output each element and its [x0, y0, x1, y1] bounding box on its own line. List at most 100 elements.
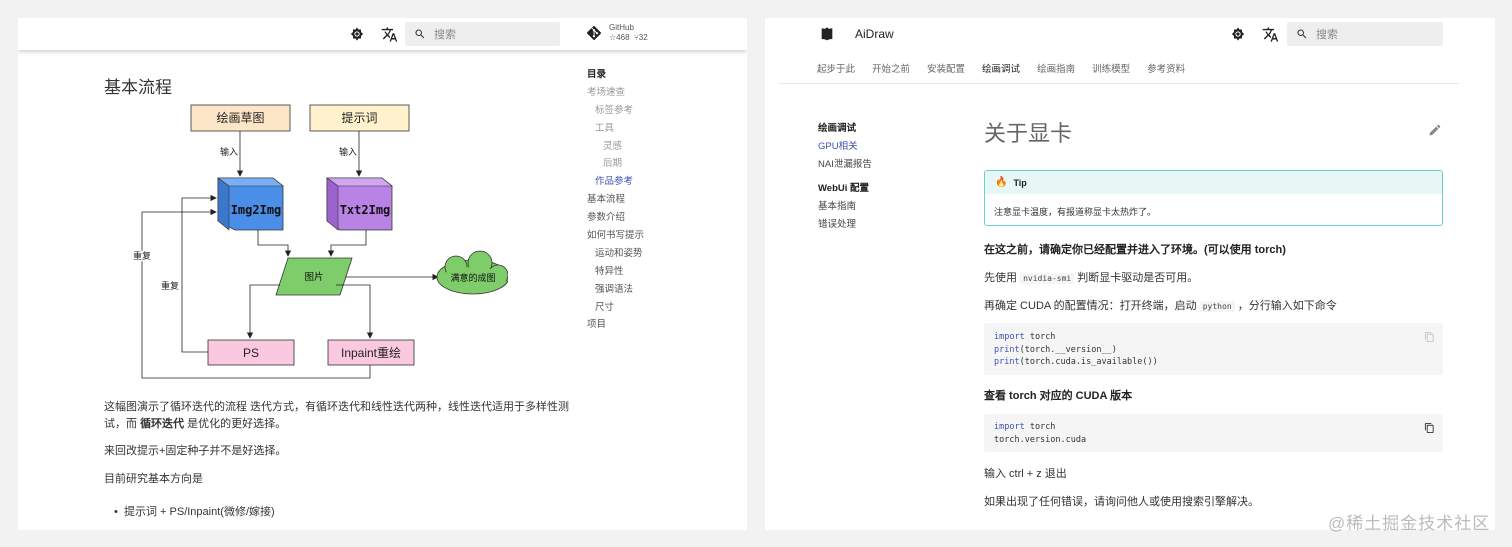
ps-label: PS: [243, 346, 259, 360]
sidebar-item-nai[interactable]: NAI泄漏报告: [818, 156, 872, 174]
toc-item[interactable]: 工具: [587, 120, 644, 138]
search-placeholder: 搜索: [434, 29, 456, 41]
prompt-label: 提示词: [341, 110, 377, 125]
watermark: @稀土掘金技术社区: [1328, 514, 1491, 533]
flow-diagram: 绘画草图 提示词 输入 输入 Img2Img Txt2Img 图片 满意的成图 …: [131, 104, 508, 379]
para-text: 试，而: [104, 418, 141, 430]
code-text: torch.version.cuda: [994, 434, 1087, 445]
toc-item[interactable]: 标签参考: [587, 102, 644, 120]
toc-item[interactable]: 参数介绍: [587, 209, 644, 227]
book-logo-icon[interactable]: [818, 26, 836, 44]
toc-item[interactable]: 项目: [587, 316, 644, 334]
para-text: ，分行输入如下命令: [1234, 300, 1337, 312]
table-of-contents: 目录 考场速查 标签参考 工具 灵感 后期 作品参考 基本流程 参数介绍 如何书…: [587, 66, 644, 334]
code-block-2: import torch torch.version.cuda: [984, 414, 1443, 452]
github-link[interactable]: GitHub ☆468 ⑂32: [587, 23, 648, 43]
inline-code: python: [1199, 301, 1235, 312]
toc-item-active[interactable]: 作品参考: [587, 173, 644, 191]
para-text: 是优化的更好选择。: [184, 418, 287, 430]
paragraph-nvidia: 先使用 nvidia-smi 判断显卡驱动是否可用。: [984, 269, 1198, 285]
toc-item[interactable]: 基本流程: [587, 191, 644, 209]
txt2img-cube: Txt2Img: [326, 177, 393, 231]
sidebar-item-basic[interactable]: 基本指南: [818, 198, 872, 216]
right-doc-window: AiDraw 搜索 起步于此 开始之前 安装配置 绘画调试 绘画指南 训练模型 …: [765, 18, 1495, 530]
tip-header: 🔥 Tip: [985, 171, 1442, 194]
toc-item[interactable]: 灵感: [587, 138, 644, 156]
toc-item[interactable]: 尺寸: [587, 299, 644, 317]
toc-item[interactable]: 后期: [587, 155, 644, 173]
translate-icon[interactable]: [1261, 25, 1279, 43]
sidebar-item-errors[interactable]: 错误处理: [818, 216, 872, 234]
divider: [779, 83, 1459, 84]
tab-before-start[interactable]: 开始之前: [872, 61, 910, 75]
txt2img-label: Txt2Img: [340, 203, 391, 217]
code-keyword: import: [994, 332, 1025, 342]
toc-item[interactable]: 如何书写提示: [587, 227, 644, 245]
tab-guide[interactable]: 绘画指南: [1037, 61, 1075, 75]
picture-label: 图片: [304, 271, 323, 283]
toc-item[interactable]: 特异性: [587, 263, 644, 281]
star-count: 468: [616, 33, 630, 42]
repeat-label-outer: 重复: [133, 250, 151, 261]
tab-debug[interactable]: 绘画调试: [982, 61, 1020, 75]
brightness-icon[interactable]: [1229, 25, 1247, 43]
github-stats: ☆468 ⑂32: [609, 33, 648, 43]
result-label: 满意的成图: [450, 272, 495, 283]
code-text: torch: [1024, 422, 1056, 432]
left-doc-window: 搜索 GitHub ☆468 ⑂32 基本流程 绘画草图 提示词 输入 输入 I…: [18, 18, 747, 530]
code-keyword: print: [994, 357, 1020, 367]
result-cloud: 满意的成图: [436, 250, 508, 295]
sidebar-nav: 绘画调试 GPU相关 NAI泄漏报告 WebUi 配置 基本指南 错误处理: [818, 120, 872, 234]
copy-icon[interactable]: [1424, 331, 1435, 346]
paragraph-help: 如果出现了任何错误，请询问他人或使用搜索引擎解决。: [984, 496, 1259, 508]
translate-icon[interactable]: [380, 25, 398, 43]
fork-count: 32: [638, 33, 648, 42]
code-text: torch: [1024, 332, 1056, 342]
paragraph-exit: 输入 ctrl + z 退出: [984, 468, 1067, 480]
toc-item[interactable]: 考场速查: [587, 84, 644, 102]
paragraph-3: 目前研究基本方向是: [104, 473, 203, 485]
page-title: 关于显卡: [984, 121, 1073, 146]
flame-icon: 🔥: [995, 177, 1008, 188]
para-bold: 循环迭代: [140, 418, 185, 430]
bullet-dot: •: [114, 506, 118, 518]
para-text: 先使用: [984, 272, 1021, 284]
toc-heading: 目录: [587, 69, 607, 80]
sidebar-item-gpu[interactable]: GPU相关: [818, 138, 872, 156]
toc-item[interactable]: 运动和姿势: [587, 245, 644, 263]
tab-training[interactable]: 训练模型: [1092, 61, 1130, 75]
sidebar-section[interactable]: 绘画调试: [818, 120, 872, 138]
github-label: GitHub: [609, 23, 634, 32]
bullet-item: • 提示词 + PS/Inpaint(微修/嫁接): [114, 504, 275, 521]
paragraph-1: 这幅图演示了循环迭代的流程 迭代方式，有循环迭代和线性迭代两种，线性迭代适用于多…: [104, 399, 569, 433]
inline-code: nvidia-smi: [1020, 273, 1075, 284]
site-title[interactable]: AiDraw: [855, 27, 894, 41]
copy-icon[interactable]: [1424, 422, 1435, 437]
tip-admonition: 🔥 Tip 注意显卡温度，有报道称显卡太热炸了。: [984, 170, 1443, 226]
paragraph-1-line-2: 试，而 循环迭代 是优化的更好选择。: [104, 416, 569, 433]
sketch-label: 绘画草图: [216, 110, 264, 125]
bullet-text: 提示词 + PS/Inpaint(微修/嫁接): [123, 506, 275, 518]
paragraph-prereq: 在这之前，请确定你已经配置并进入了环境。(可以使用 torch): [984, 244, 1286, 256]
sidebar-section[interactable]: WebUi 配置: [818, 180, 872, 198]
search-input[interactable]: 搜索: [405, 22, 560, 46]
tab-getting-started[interactable]: 起步于此: [817, 61, 855, 75]
search-icon: [1297, 29, 1307, 39]
tab-references[interactable]: 参考资料: [1147, 61, 1185, 75]
toc-item[interactable]: 强调语法: [587, 281, 644, 299]
inpaint-label: Inpaint重绘: [341, 345, 401, 360]
brightness-icon[interactable]: [348, 25, 366, 43]
paragraph-2: 来回改提示+固定种子并不是好选择。: [104, 445, 287, 457]
code-text: (torch.cuda.is_available()): [1019, 357, 1158, 367]
top-tabs: 起步于此 开始之前 安装配置 绘画调试 绘画指南 训练模型 参考资料: [817, 61, 1202, 75]
edit-icon[interactable]: [1426, 121, 1444, 139]
heading-cuda-version: 查看 torch 对应的 CUDA 版本: [984, 390, 1133, 402]
search-input[interactable]: 搜索: [1287, 22, 1443, 46]
tip-label: Tip: [1013, 177, 1027, 188]
git-icon: [587, 26, 601, 40]
repeat-label-inner: 重复: [161, 280, 179, 291]
img2img-label: Img2Img: [231, 203, 282, 217]
tab-install[interactable]: 安装配置: [927, 61, 965, 75]
img2img-cube: Img2Img: [217, 177, 284, 231]
input-label-2: 输入: [339, 146, 357, 157]
